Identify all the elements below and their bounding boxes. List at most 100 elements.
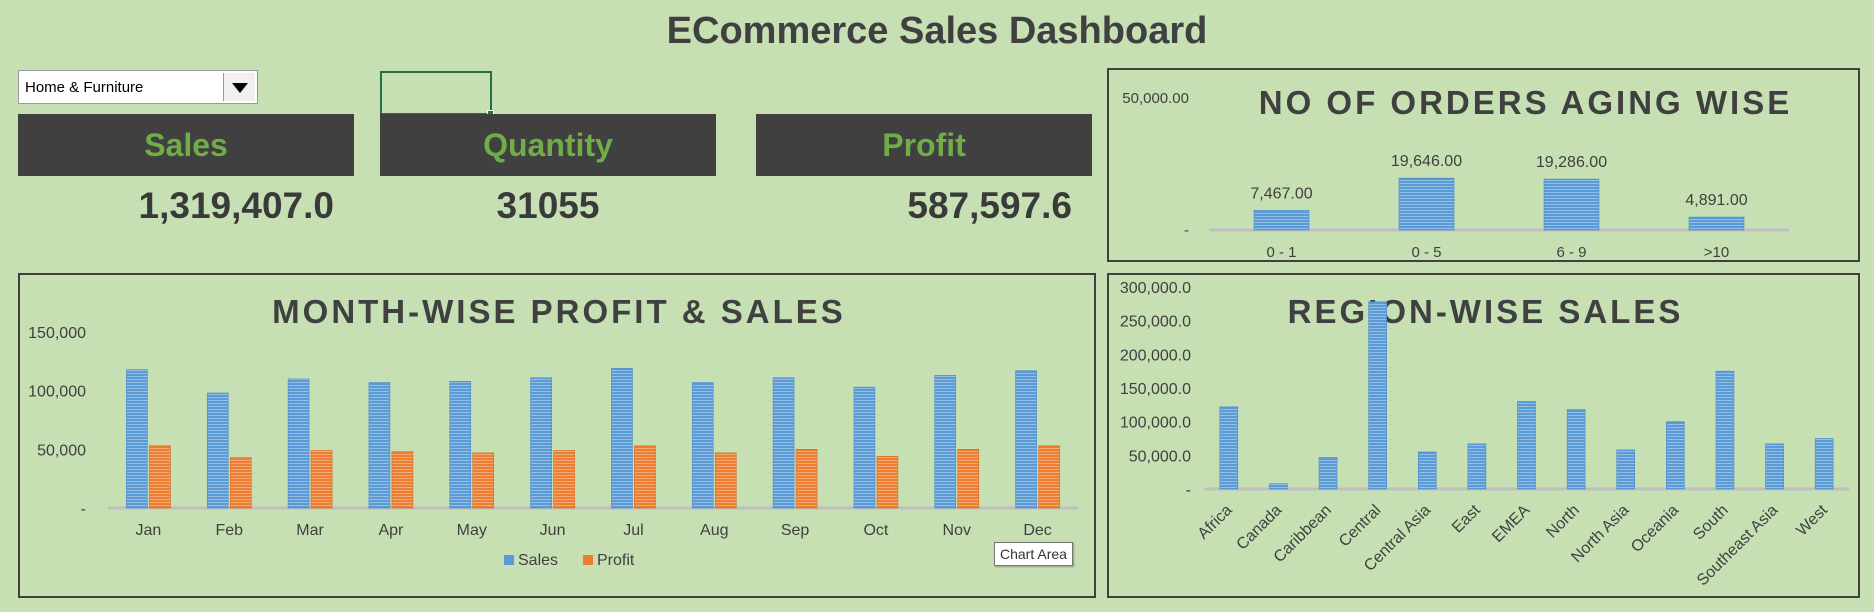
x-tick-label: 0 - 1: [1266, 244, 1296, 260]
x-tick-label: 0 - 5: [1411, 244, 1441, 260]
data-label: 7,467.00: [1250, 185, 1312, 202]
chevron-down-icon[interactable]: [223, 73, 255, 101]
sales-bar: [853, 386, 876, 509]
x-tick-label: Oct: [863, 522, 888, 539]
monthly-chart[interactable]: - 50,000 100,000 150,000 Jan Feb Mar Apr May Jun J…: [20, 275, 1094, 596]
bar: [1253, 209, 1310, 231]
sales-kpi-header: Sales: [18, 114, 354, 176]
aging-chart-panel[interactable]: NO OF ORDERS AGING WISE -50,000.00 7,467.…: [1107, 68, 1860, 262]
x-tick-label: EMEA: [1489, 502, 1533, 546]
quantity-kpi-header: Quantity: [380, 114, 716, 176]
x-tick-label: 6 - 9: [1556, 244, 1586, 260]
x-tick-label: Jan: [136, 522, 162, 539]
x-tick-label: >10: [1704, 244, 1729, 260]
data-label: 19,646.00: [1391, 153, 1462, 170]
sales-bar: [691, 382, 714, 509]
legend-label: Profit: [597, 552, 635, 569]
bar: [1616, 449, 1636, 490]
profit-bar: [310, 450, 333, 509]
sales-bar: [368, 382, 391, 509]
x-tick-label: May: [457, 522, 487, 539]
data-label: 4,891.00: [1685, 192, 1747, 209]
sales-bar: [530, 377, 552, 509]
profit-bar: [553, 450, 575, 509]
profit-bar: [876, 456, 899, 509]
bar: [1715, 370, 1735, 490]
bar: [1219, 406, 1239, 490]
y-tick-label: 100,000: [28, 384, 86, 401]
x-tick-label: Jul: [623, 522, 643, 539]
profit-bar: [149, 445, 171, 509]
bar: [1543, 178, 1600, 231]
profit-bar: [957, 449, 980, 509]
profit-bar: [714, 452, 737, 509]
profit-bar: [1038, 445, 1060, 509]
y-tick-label: 200,000.0: [1120, 347, 1191, 364]
category-filter-dropdown[interactable]: Home & Furniture: [18, 70, 258, 104]
profit-bar: [472, 452, 495, 509]
chart-area-tooltip: Chart Area: [994, 542, 1073, 566]
legend-swatch: [583, 555, 593, 565]
y-tick-label: -: [1186, 482, 1191, 499]
bar: [1368, 301, 1387, 490]
sales-kpi-value: 1,319,407.0: [138, 185, 334, 226]
bar: [1688, 216, 1745, 231]
bar: [1517, 401, 1536, 490]
page-title: ECommerce Sales Dashboard: [666, 10, 1208, 52]
x-tick-label: Nov: [943, 522, 971, 539]
y-tick-label: 50,000.00: [1122, 90, 1189, 107]
sales-bar: [287, 378, 310, 509]
sales-bar: [611, 368, 633, 509]
region-chart-panel[interactable]: REGION-WISE SALES -50,000.0 100,000.0 150,…: [1107, 273, 1860, 598]
y-tick-label: 50,000.0: [1129, 448, 1191, 465]
bar: [1566, 409, 1586, 490]
selected-cell[interactable]: [380, 71, 494, 117]
x-tick-label: Dec: [1023, 522, 1051, 539]
x-tick-label: East: [1449, 501, 1484, 536]
profit-bar: [229, 457, 252, 509]
bar: [1467, 443, 1487, 490]
category-filter-value: Home & Furniture: [25, 79, 144, 96]
bar: [1269, 483, 1288, 490]
data-label: 19,286.00: [1536, 154, 1607, 171]
x-tick-label: Feb: [215, 522, 243, 539]
y-tick-label: 100,000.0: [1120, 415, 1191, 432]
y-tick-label: -: [1184, 222, 1189, 239]
profit-kpi-header: Profit: [756, 114, 1092, 176]
y-tick-label: 150,000.0: [1120, 381, 1191, 398]
aging-chart[interactable]: - 50,000.00 7,467.00 0 - 1 19,646.00 0 - 5 19,…: [1109, 70, 1858, 260]
bar: [1398, 177, 1455, 231]
x-tick-label: North: [1543, 502, 1583, 542]
x-tick-label: Jun: [540, 522, 566, 539]
bar: [1814, 438, 1834, 490]
bar: [1417, 451, 1437, 490]
x-tick-label: Apr: [378, 522, 404, 539]
x-tick-label: Mar: [296, 522, 324, 539]
legend-label: Sales: [518, 552, 558, 569]
x-tick-label: Central: [1336, 502, 1384, 550]
y-tick-label: 150,000: [28, 325, 86, 342]
profit-bar: [634, 445, 656, 509]
bar: [1666, 421, 1685, 490]
sales-bar: [449, 380, 472, 509]
sales-bar: [206, 392, 229, 509]
sales-bar: [126, 369, 148, 509]
x-tick-label: Oceania: [1628, 502, 1682, 556]
y-tick-label: 250,000.0: [1120, 314, 1191, 331]
profit-bar: [795, 449, 818, 509]
bar: [1765, 443, 1784, 490]
x-tick-label: Aug: [700, 522, 728, 539]
x-tick-label: West: [1793, 501, 1831, 539]
sales-bar: [772, 377, 795, 509]
x-tick-label: South: [1690, 502, 1732, 544]
x-tick-label: Africa: [1195, 502, 1236, 543]
quantity-kpi-value: 31055: [496, 185, 600, 226]
monthly-chart-panel[interactable]: MONTH-WISE PROFIT & SALES -50,000 100,000…: [18, 273, 1096, 598]
profit-kpi-value: 587,597.6: [907, 185, 1072, 226]
region-chart[interactable]: - 50,000.0 100,000.0 150,000.0 200,000.0 250,…: [1109, 275, 1858, 596]
sales-bar: [1015, 370, 1037, 509]
profit-bar: [391, 451, 414, 509]
sales-bar: [934, 375, 957, 509]
y-tick-label: -: [81, 501, 86, 518]
y-tick-label: 50,000: [37, 442, 86, 459]
